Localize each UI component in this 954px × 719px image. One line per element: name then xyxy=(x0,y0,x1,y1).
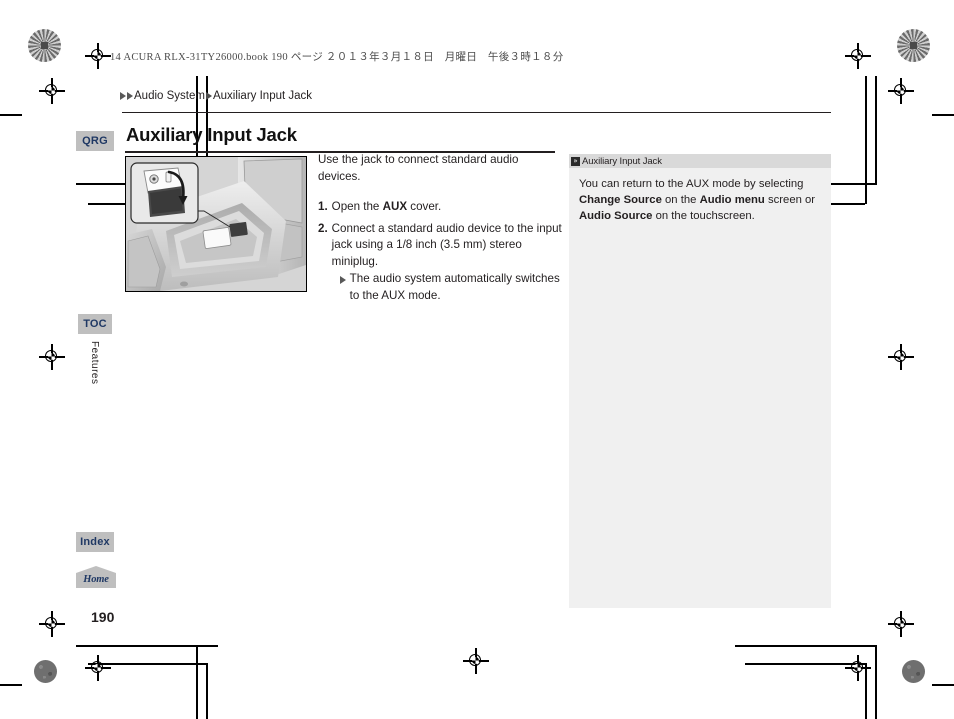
step-number: 1. xyxy=(318,200,328,213)
nav-tab-index[interactable]: Index xyxy=(76,532,114,552)
crop-mark-line xyxy=(932,684,954,686)
side-note-emphasis: Audio Source xyxy=(579,210,653,222)
crop-mark-line xyxy=(865,76,867,204)
side-note-emphasis: Audio menu xyxy=(699,194,765,206)
nav-tab-index-label: Index xyxy=(80,536,110,548)
step-text-emphasis: AUX xyxy=(382,200,408,213)
registration-mark xyxy=(39,78,65,104)
side-note-part: You can return to the AUX mode by select… xyxy=(579,178,804,190)
side-note-part: on the xyxy=(661,194,700,206)
registration-mark xyxy=(845,655,871,681)
instruction-body: Use the jack to connect standard audio d… xyxy=(318,152,562,309)
registration-mark xyxy=(888,611,914,637)
registration-mark xyxy=(39,344,65,370)
step-text-part: Connect a standard audio device to the i… xyxy=(331,221,562,268)
step-sub-note-text: The audio system automatically switches … xyxy=(349,272,560,302)
nav-tab-qrg-label: QRG xyxy=(82,135,108,147)
breadcrumb: Audio System Auxiliary Input Jack xyxy=(120,90,313,102)
page-number: 190 xyxy=(91,609,115,625)
print-density-dot xyxy=(34,660,57,683)
step-text-part: Open the xyxy=(331,200,383,213)
triangle-bullet-icon xyxy=(120,92,126,100)
double-chevron-icon: » xyxy=(571,156,580,166)
crop-mark-line xyxy=(875,645,877,719)
side-note-panel-header: » Auxiliary Input Jack xyxy=(569,154,831,168)
section-label-features: Features xyxy=(89,341,100,385)
registration-mark xyxy=(888,78,914,104)
crop-mark-line xyxy=(0,114,22,116)
page-title: Auxiliary Input Jack xyxy=(126,124,297,145)
intro-paragraph: Use the jack to connect standard audio d… xyxy=(318,153,519,183)
registration-mark xyxy=(85,655,111,681)
side-note-panel-body: You can return to the AUX mode by select… xyxy=(569,168,831,224)
crop-mark-line xyxy=(735,645,877,647)
breadcrumb-item-auxiliary-input-jack[interactable]: Auxiliary Input Jack xyxy=(213,90,312,102)
triangle-bullet-icon xyxy=(127,92,133,100)
crop-mark-line xyxy=(932,114,954,116)
side-note-panel-title: Auxiliary Input Jack xyxy=(582,155,662,167)
side-note-emphasis: Change Source xyxy=(579,194,662,206)
nav-tab-toc[interactable]: TOC xyxy=(78,314,112,334)
nav-tab-home-label: Home xyxy=(83,574,109,585)
triangle-separator-icon xyxy=(205,92,212,100)
side-note-panel: » Auxiliary Input Jack You can return to… xyxy=(569,154,831,608)
step-sub-note: The audio system automatically switches … xyxy=(332,271,562,304)
print-density-star xyxy=(897,29,930,62)
nav-tab-home[interactable]: Home xyxy=(76,566,116,588)
step-item-1: 1. Open the AUX cover. xyxy=(318,199,562,216)
step-item-2: 2. Connect a standard audio device to th… xyxy=(318,221,562,305)
side-note-paragraph: You can return to the AUX mode by select… xyxy=(579,176,821,224)
side-note-part: on the touchscreen. xyxy=(652,210,755,222)
registration-mark xyxy=(463,648,489,674)
registration-mark xyxy=(845,43,871,69)
crop-mark-line xyxy=(206,663,208,719)
print-density-dot xyxy=(902,660,925,683)
triangle-bullet-icon xyxy=(339,276,346,284)
crop-mark-line xyxy=(0,684,22,686)
step-text: Open the AUX cover. xyxy=(332,199,562,216)
step-number: 2. xyxy=(318,221,328,235)
nav-tab-qrg[interactable]: QRG xyxy=(76,131,114,151)
nav-tab-toc-label: TOC xyxy=(83,318,107,330)
print-density-star xyxy=(28,29,61,62)
side-note-part: screen or xyxy=(764,194,816,206)
header-divider xyxy=(122,112,831,113)
registration-mark xyxy=(85,43,111,69)
step-text-part: cover. xyxy=(407,200,442,213)
print-file-header: 14 ACURA RLX-31TY26000.book 190 ページ ２０１３… xyxy=(110,52,564,63)
figure-aux-jack-console xyxy=(125,156,307,292)
registration-mark xyxy=(888,344,914,370)
step-text: Connect a standard audio device to the i… xyxy=(332,221,562,305)
crop-mark-line xyxy=(196,645,198,719)
crop-mark-line xyxy=(875,76,877,184)
registration-mark xyxy=(39,611,65,637)
breadcrumb-item-audio-system[interactable]: Audio System xyxy=(134,90,205,102)
aux-jack-illustration xyxy=(126,157,306,291)
